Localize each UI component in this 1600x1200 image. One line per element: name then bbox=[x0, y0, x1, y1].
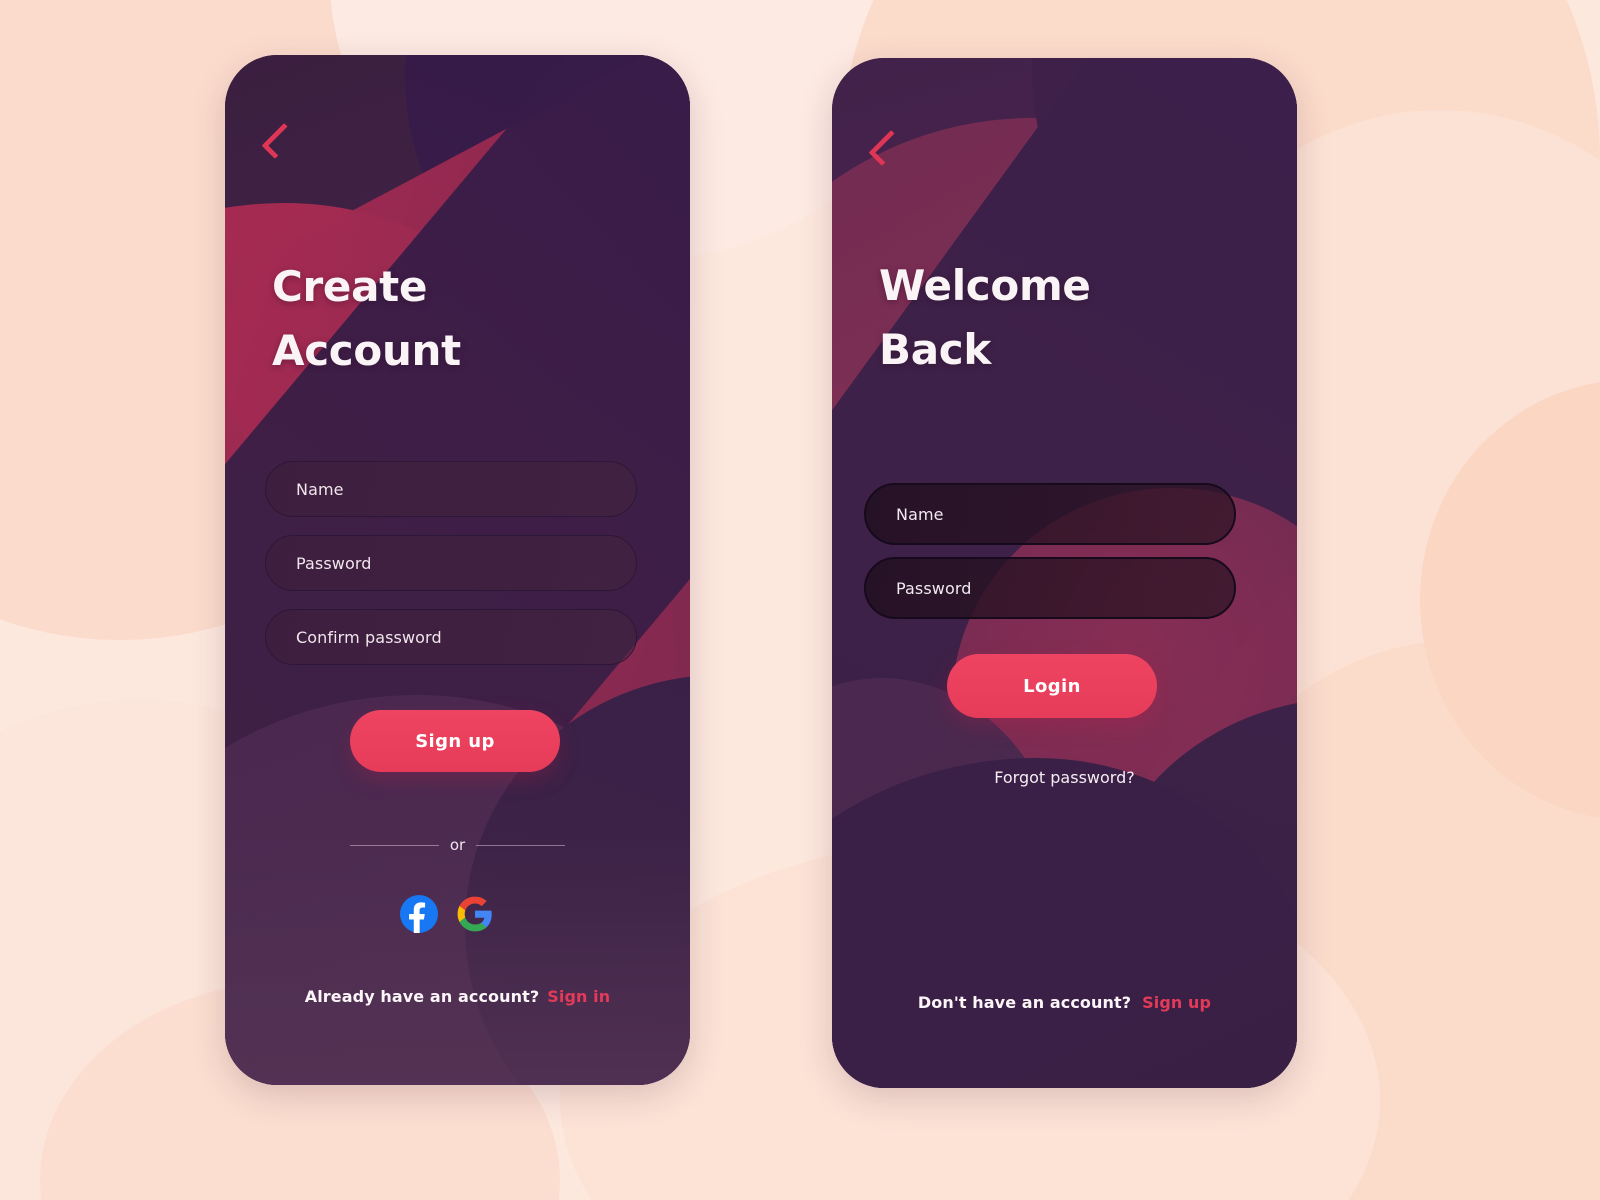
signin-footer-question: Already have an account? bbox=[304, 987, 540, 1006]
login-screen-mockup: Welcome Back Name Password Login Forgot … bbox=[832, 58, 1297, 1088]
signup-footer-question: Don't have an account? bbox=[917, 993, 1132, 1012]
back-button[interactable] bbox=[259, 119, 299, 163]
password-input[interactable]: Password bbox=[265, 535, 637, 591]
confirm-password-input-placeholder: Confirm password bbox=[296, 627, 442, 647]
name-input-placeholder: Name bbox=[296, 479, 344, 499]
chevron-left-icon bbox=[867, 129, 905, 167]
google-icon[interactable] bbox=[456, 895, 494, 933]
sign-up-button[interactable]: Sign up bbox=[350, 710, 560, 772]
divider-label: or bbox=[449, 836, 466, 854]
back-button[interactable] bbox=[866, 126, 906, 170]
signup-footer: Don't have an account? Sign up bbox=[832, 993, 1297, 1012]
login-button[interactable]: Login bbox=[947, 654, 1157, 718]
sign-up-link[interactable]: Sign up bbox=[1142, 993, 1211, 1012]
forgot-password-link[interactable]: Forgot password? bbox=[832, 768, 1297, 787]
or-divider: or bbox=[350, 830, 566, 860]
login-screen-content: Welcome Back Name Password Login Forgot … bbox=[832, 58, 1297, 1088]
name-input[interactable]: Name bbox=[864, 483, 1236, 545]
divider-rule-right bbox=[476, 844, 566, 846]
sign-in-link[interactable]: Sign in bbox=[547, 987, 610, 1006]
signup-screen-mockup: Create Account Name Password Confirm pas… bbox=[225, 55, 690, 1085]
page-title: Welcome Back bbox=[879, 261, 1091, 374]
password-input-placeholder: Password bbox=[896, 578, 972, 598]
chevron-left-icon bbox=[260, 122, 298, 160]
page-title: Create Account bbox=[272, 262, 461, 375]
signup-screen-content: Create Account Name Password Confirm pas… bbox=[225, 55, 690, 1085]
facebook-icon[interactable] bbox=[400, 895, 438, 933]
social-login-row bbox=[400, 893, 515, 935]
password-input[interactable]: Password bbox=[864, 557, 1236, 619]
name-input-placeholder: Name bbox=[896, 504, 944, 524]
confirm-password-input[interactable]: Confirm password bbox=[265, 609, 637, 665]
password-input-placeholder: Password bbox=[296, 553, 372, 573]
divider-rule-left bbox=[350, 844, 439, 846]
name-input[interactable]: Name bbox=[265, 461, 637, 517]
signin-footer: Already have an account? Sign in bbox=[225, 987, 690, 1006]
